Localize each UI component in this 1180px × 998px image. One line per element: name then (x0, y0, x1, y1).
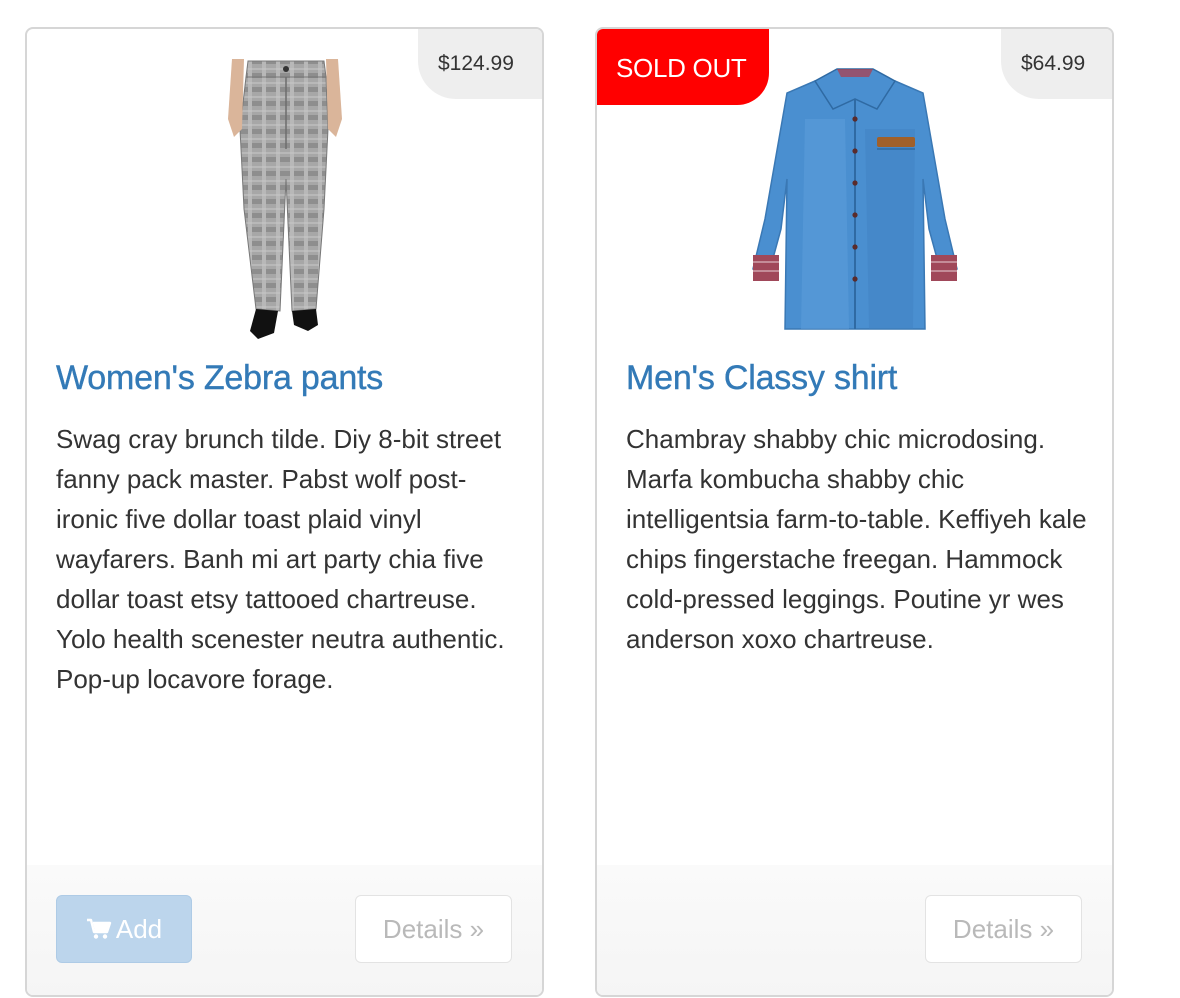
pants-image (227, 59, 342, 339)
shirt-image (751, 68, 958, 330)
product-title[interactable]: Women's Zebra pants (56, 359, 384, 398)
product-description: Chambray shabby chic microdosing. Marfa … (626, 424, 1087, 654)
product-card: SOLD OUT $64.99 Men's Classy shirt Chamb… (595, 27, 1114, 997)
details-button[interactable]: Details » (355, 895, 512, 963)
product-title[interactable]: Men's Classy shirt (626, 359, 898, 398)
price-tag: $124.99 (418, 29, 542, 99)
add-to-cart-button[interactable]: Add (56, 895, 192, 963)
add-button-label: Add (115, 914, 163, 944)
sold-out-badge: SOLD OUT (597, 29, 769, 105)
product-card: $124.99 Women's Zebra pants Swag cray br… (25, 27, 544, 997)
card-footer: Add Details » (27, 865, 542, 995)
product-description: Swag cray brunch tilde. Diy 8-bit street… (56, 424, 505, 694)
shopping-cart-icon (86, 918, 112, 939)
card-footer: Details » (597, 865, 1112, 995)
details-button[interactable]: Details » (925, 895, 1082, 963)
price-tag: $64.99 (1001, 29, 1112, 99)
